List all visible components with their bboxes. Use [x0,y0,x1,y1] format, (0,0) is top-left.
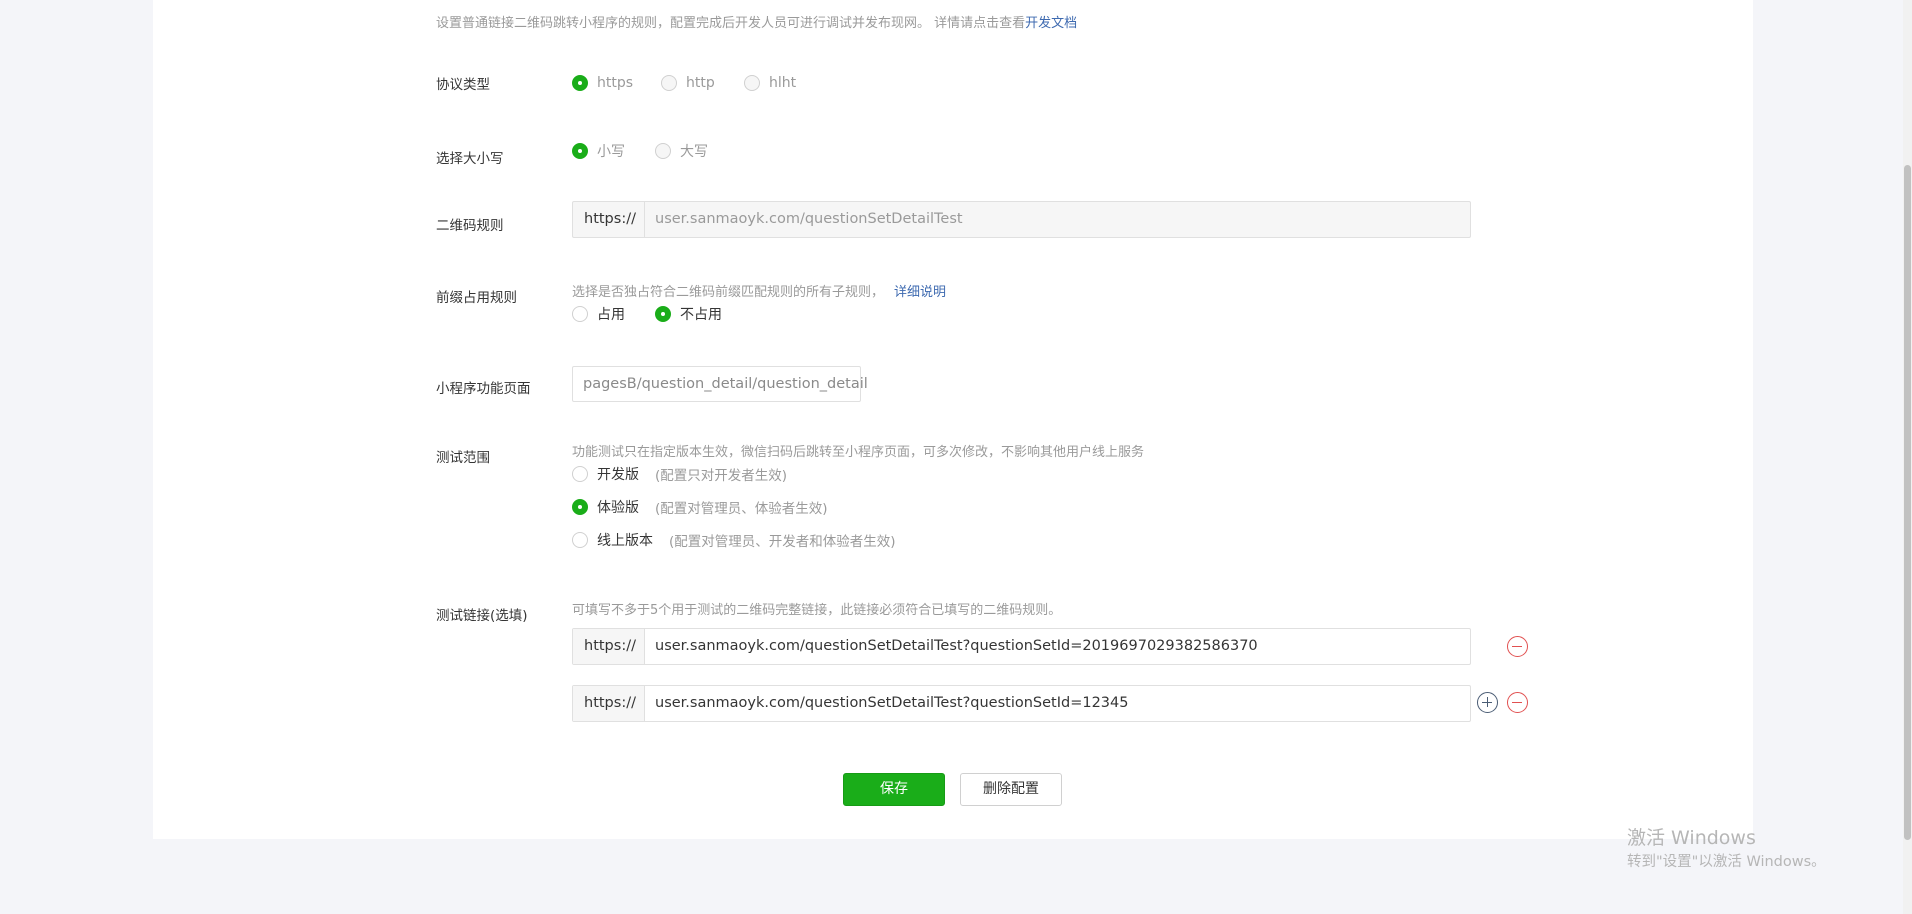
remove-link-1-icon[interactable] [1507,636,1528,657]
test-link-input[interactable]: user.sanmaoyk.com/questionSetDetailTest?… [645,629,1470,664]
delete-config-button[interactable]: 删除配置 [960,773,1062,806]
radio-hint: (配置只对开发者生效) [655,468,788,484]
radio-unchecked-icon [572,532,588,548]
radio-scope-online[interactable]: 线上版本 (配置对管理员、开发者和体验者生效) [572,530,896,550]
radio-checked-icon [572,143,588,159]
qr-rule-prefix: https:// [573,202,645,237]
radio-label: http [686,75,715,91]
scrollbar-thumb[interactable] [1904,165,1911,840]
prefix-rule-desc: 选择是否独占符合二维码前缀匹配规则的所有子规则， 详细说明 [572,281,946,300]
test-link-input[interactable]: user.sanmaoyk.com/questionSetDetailTest?… [645,686,1470,721]
activation-watermark-title: 激活 Windows [1627,827,1756,849]
radio-label: 体验版 [597,500,639,516]
intro-description: 设置普通链接二维码跳转小程序的规则，配置完成后开发人员可进行调试并发布现网。 详… [436,16,1026,31]
qr-rule-field[interactable]: https:// user.sanmaoyk.com/questionSetDe… [572,201,1471,238]
test-link-prefix: https:// [573,629,645,664]
test-scope-label: 测试范围 [436,450,490,466]
radio-label: 小写 [597,144,625,160]
test-link-field-1[interactable]: https:// user.sanmaoyk.com/questionSetDe… [572,628,1471,665]
radio-prefix-occupy[interactable]: 占用 [572,304,625,324]
qr-rule-label: 二维码规则 [436,218,504,234]
radio-protocol-http[interactable]: http [661,75,715,91]
radio-unchecked-icon [572,306,588,322]
radio-unchecked-icon [744,75,760,91]
test-link-prefix: https:// [573,686,645,721]
radio-label: hlht [769,75,797,91]
test-links-desc: 可填写不多于5个用于测试的二维码完整链接，此链接必须符合已填写的二维码规则。 [572,603,1062,618]
intro-text: 设置普通链接二维码跳转小程序的规则，配置完成后开发人员可进行调试并发布现网。 详… [436,12,1077,31]
radio-label: https [597,75,634,91]
mini-page-label: 小程序功能页面 [436,381,531,397]
dev-docs-link[interactable]: 开发文档 [1025,16,1077,31]
radio-unchecked-icon [655,143,671,159]
radio-label: 开发版 [597,467,639,483]
test-links-label: 测试链接(选填) [436,608,528,624]
prefix-rule-detail-link[interactable]: 详细说明 [894,285,946,300]
radio-label: 大写 [680,144,708,160]
radio-checked-icon [572,75,588,91]
radio-unchecked-icon [572,466,588,482]
save-button[interactable]: 保存 [843,773,945,806]
radio-protocol-hlht[interactable]: hlht [744,75,796,91]
radio-scope-trial[interactable]: 体验版 (配置对管理员、体验者生效) [572,497,828,517]
radio-unchecked-icon [661,75,677,91]
radio-checked-icon [655,306,671,322]
radio-case-lower[interactable]: 小写 [572,141,625,161]
test-link-field-2[interactable]: https:// user.sanmaoyk.com/questionSetDe… [572,685,1471,722]
radio-label: 线上版本 [597,533,653,549]
protocol-label: 协议类型 [436,77,490,93]
radio-hint: (配置对管理员、体验者生效) [655,501,828,517]
radio-case-upper[interactable]: 大写 [655,141,708,161]
qr-rule-input[interactable]: user.sanmaoyk.com/questionSetDetailTest [645,202,1470,237]
radio-checked-icon [572,499,588,515]
radio-label: 占用 [597,307,625,323]
radio-protocol-https[interactable]: https [572,75,633,91]
radio-label: 不占用 [680,307,722,323]
prefix-rule-desc-text: 选择是否独占符合二维码前缀匹配规则的所有子规则， [572,285,885,300]
scrollbar-track[interactable] [1903,0,1912,914]
prefix-rule-label: 前缀占用规则 [436,290,517,306]
test-scope-desc: 功能测试只在指定版本生效，微信扫码后跳转至小程序页面，可多次修改，不影响其他用户… [572,445,1145,460]
radio-hint: (配置对管理员、开发者和体验者生效) [669,534,896,550]
activation-watermark-sub: 转到"设置"以激活 Windows。 [1627,854,1826,870]
radio-scope-dev[interactable]: 开发版 (配置只对开发者生效) [572,464,787,484]
mini-page-input[interactable]: pagesB/question_detail/question_detail [572,366,868,402]
config-card: 设置普通链接二维码跳转小程序的规则，配置完成后开发人员可进行调试并发布现网。 详… [153,0,1753,839]
add-link-icon[interactable] [1477,692,1498,713]
radio-prefix-not-occupy[interactable]: 不占用 [655,304,722,324]
case-label: 选择大小写 [436,151,504,167]
remove-link-2-icon[interactable] [1507,692,1528,713]
